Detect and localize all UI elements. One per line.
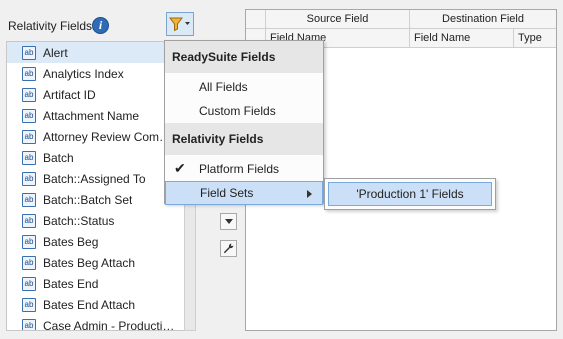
settings-button[interactable] [220,240,237,257]
field-list-item-label: Alert [43,45,68,60]
grid-group-header-row: Source Field Destination Field [246,10,556,29]
field-list-item[interactable]: ab Alert [7,42,184,63]
field-list-item[interactable]: ab Bates Beg Attach [7,252,184,273]
field-list-item[interactable]: ab Attachment Name [7,105,184,126]
menu-section-readysuite: ReadySuite Fields [165,41,323,73]
menu-item-field-sets[interactable]: Field Sets [165,181,323,205]
field-list-item[interactable]: ab Batch::Assigned To [7,168,184,189]
field-list-item[interactable]: ab Analytics Index [7,63,184,84]
field-list-item[interactable]: ab Case Admin - Production ... [7,315,184,331]
text-field-icon: ab [22,276,36,291]
field-list-item-label: Batch [43,150,74,165]
filter-dropdown-button[interactable] [166,12,194,36]
text-field-icon: ab [22,66,36,81]
field-list-item[interactable]: ab Batch::Status [7,210,184,231]
menu-section-relativity: Relativity Fields [165,123,323,155]
field-list-item-label: Analytics Index [43,66,124,81]
left-panel-title: Relativity Fields [8,19,93,33]
text-field-icon: ab [22,318,36,330]
field-list-item-label: Batch::Assigned To [43,171,146,186]
field-list-item[interactable]: ab Bates End Attach [7,294,184,315]
field-list-item[interactable]: ab Bates End [7,273,184,294]
field-list-item-label: Bates End [43,276,99,291]
checkmark-icon: ✔ [174,160,186,176]
text-field-icon: ab [22,45,36,60]
text-field-icon: ab [22,87,36,102]
text-field-icon: ab [22,171,36,186]
text-field-icon: ab [22,108,36,123]
move-down-button[interactable] [220,213,237,230]
field-list-item[interactable]: ab Attorney Review Comments [7,126,184,147]
submenu-item-production-1-fields[interactable]: 'Production 1' Fields [328,182,492,206]
text-field-icon: ab [22,234,36,249]
field-list-item[interactable]: ab Batch::Batch Set [7,189,184,210]
menu-item-custom-fields[interactable]: Custom Fields [165,99,323,123]
text-field-icon: ab [22,129,36,144]
info-icon[interactable]: i [92,17,109,34]
field-list-item[interactable]: ab Bates Beg [7,231,184,252]
destination-type-header[interactable]: Type [514,29,556,48]
relativity-field-list[interactable]: ab Alert ab Analytics Index ab Artifact ID ab A… [6,41,184,331]
text-field-icon: ab [22,192,36,207]
field-list-item[interactable]: ab Artifact ID [7,84,184,105]
text-field-icon: ab [22,255,36,270]
submenu-arrow-icon [307,190,312,198]
filter-icon [169,17,190,32]
destination-field-name-header[interactable]: Field Name [410,29,514,48]
destination-field-group-header: Destination Field [410,10,556,29]
field-filter-menu: ReadySuite Fields All Fields Custom Fiel… [164,40,324,205]
menu-item-platform-fields-label: Platform Fields [199,162,280,176]
text-field-icon: ab [22,213,36,228]
menu-item-field-sets-label: Field Sets [200,186,254,200]
field-list-item-label: Bates End Attach [43,297,136,312]
field-list-item-label: Artifact ID [43,87,96,102]
field-list-item-label: Batch::Status [43,213,115,228]
field-list-item-label: Bates Beg Attach [43,255,136,270]
text-field-icon: ab [22,297,36,312]
field-list-item-label: Attorney Review Comments [43,129,181,144]
menu-item-all-fields[interactable]: All Fields [165,75,323,99]
field-list-item[interactable]: ab Batch [7,147,184,168]
grid-corner-cell [246,10,266,29]
source-field-group-header: Source Field [266,10,410,29]
wrench-icon [223,243,234,254]
menu-item-platform-fields[interactable]: ✔ Platform Fields [165,157,323,181]
field-list-item-label: Bates Beg [43,234,99,249]
chevron-down-icon [224,218,233,224]
field-list-item-label: Attachment Name [43,108,140,123]
field-list-item-label: Case Admin - Production ... [43,318,181,331]
text-field-icon: ab [22,150,36,165]
field-sets-submenu: 'Production 1' Fields [324,178,496,210]
field-list-item-label: Batch::Batch Set [43,192,133,207]
